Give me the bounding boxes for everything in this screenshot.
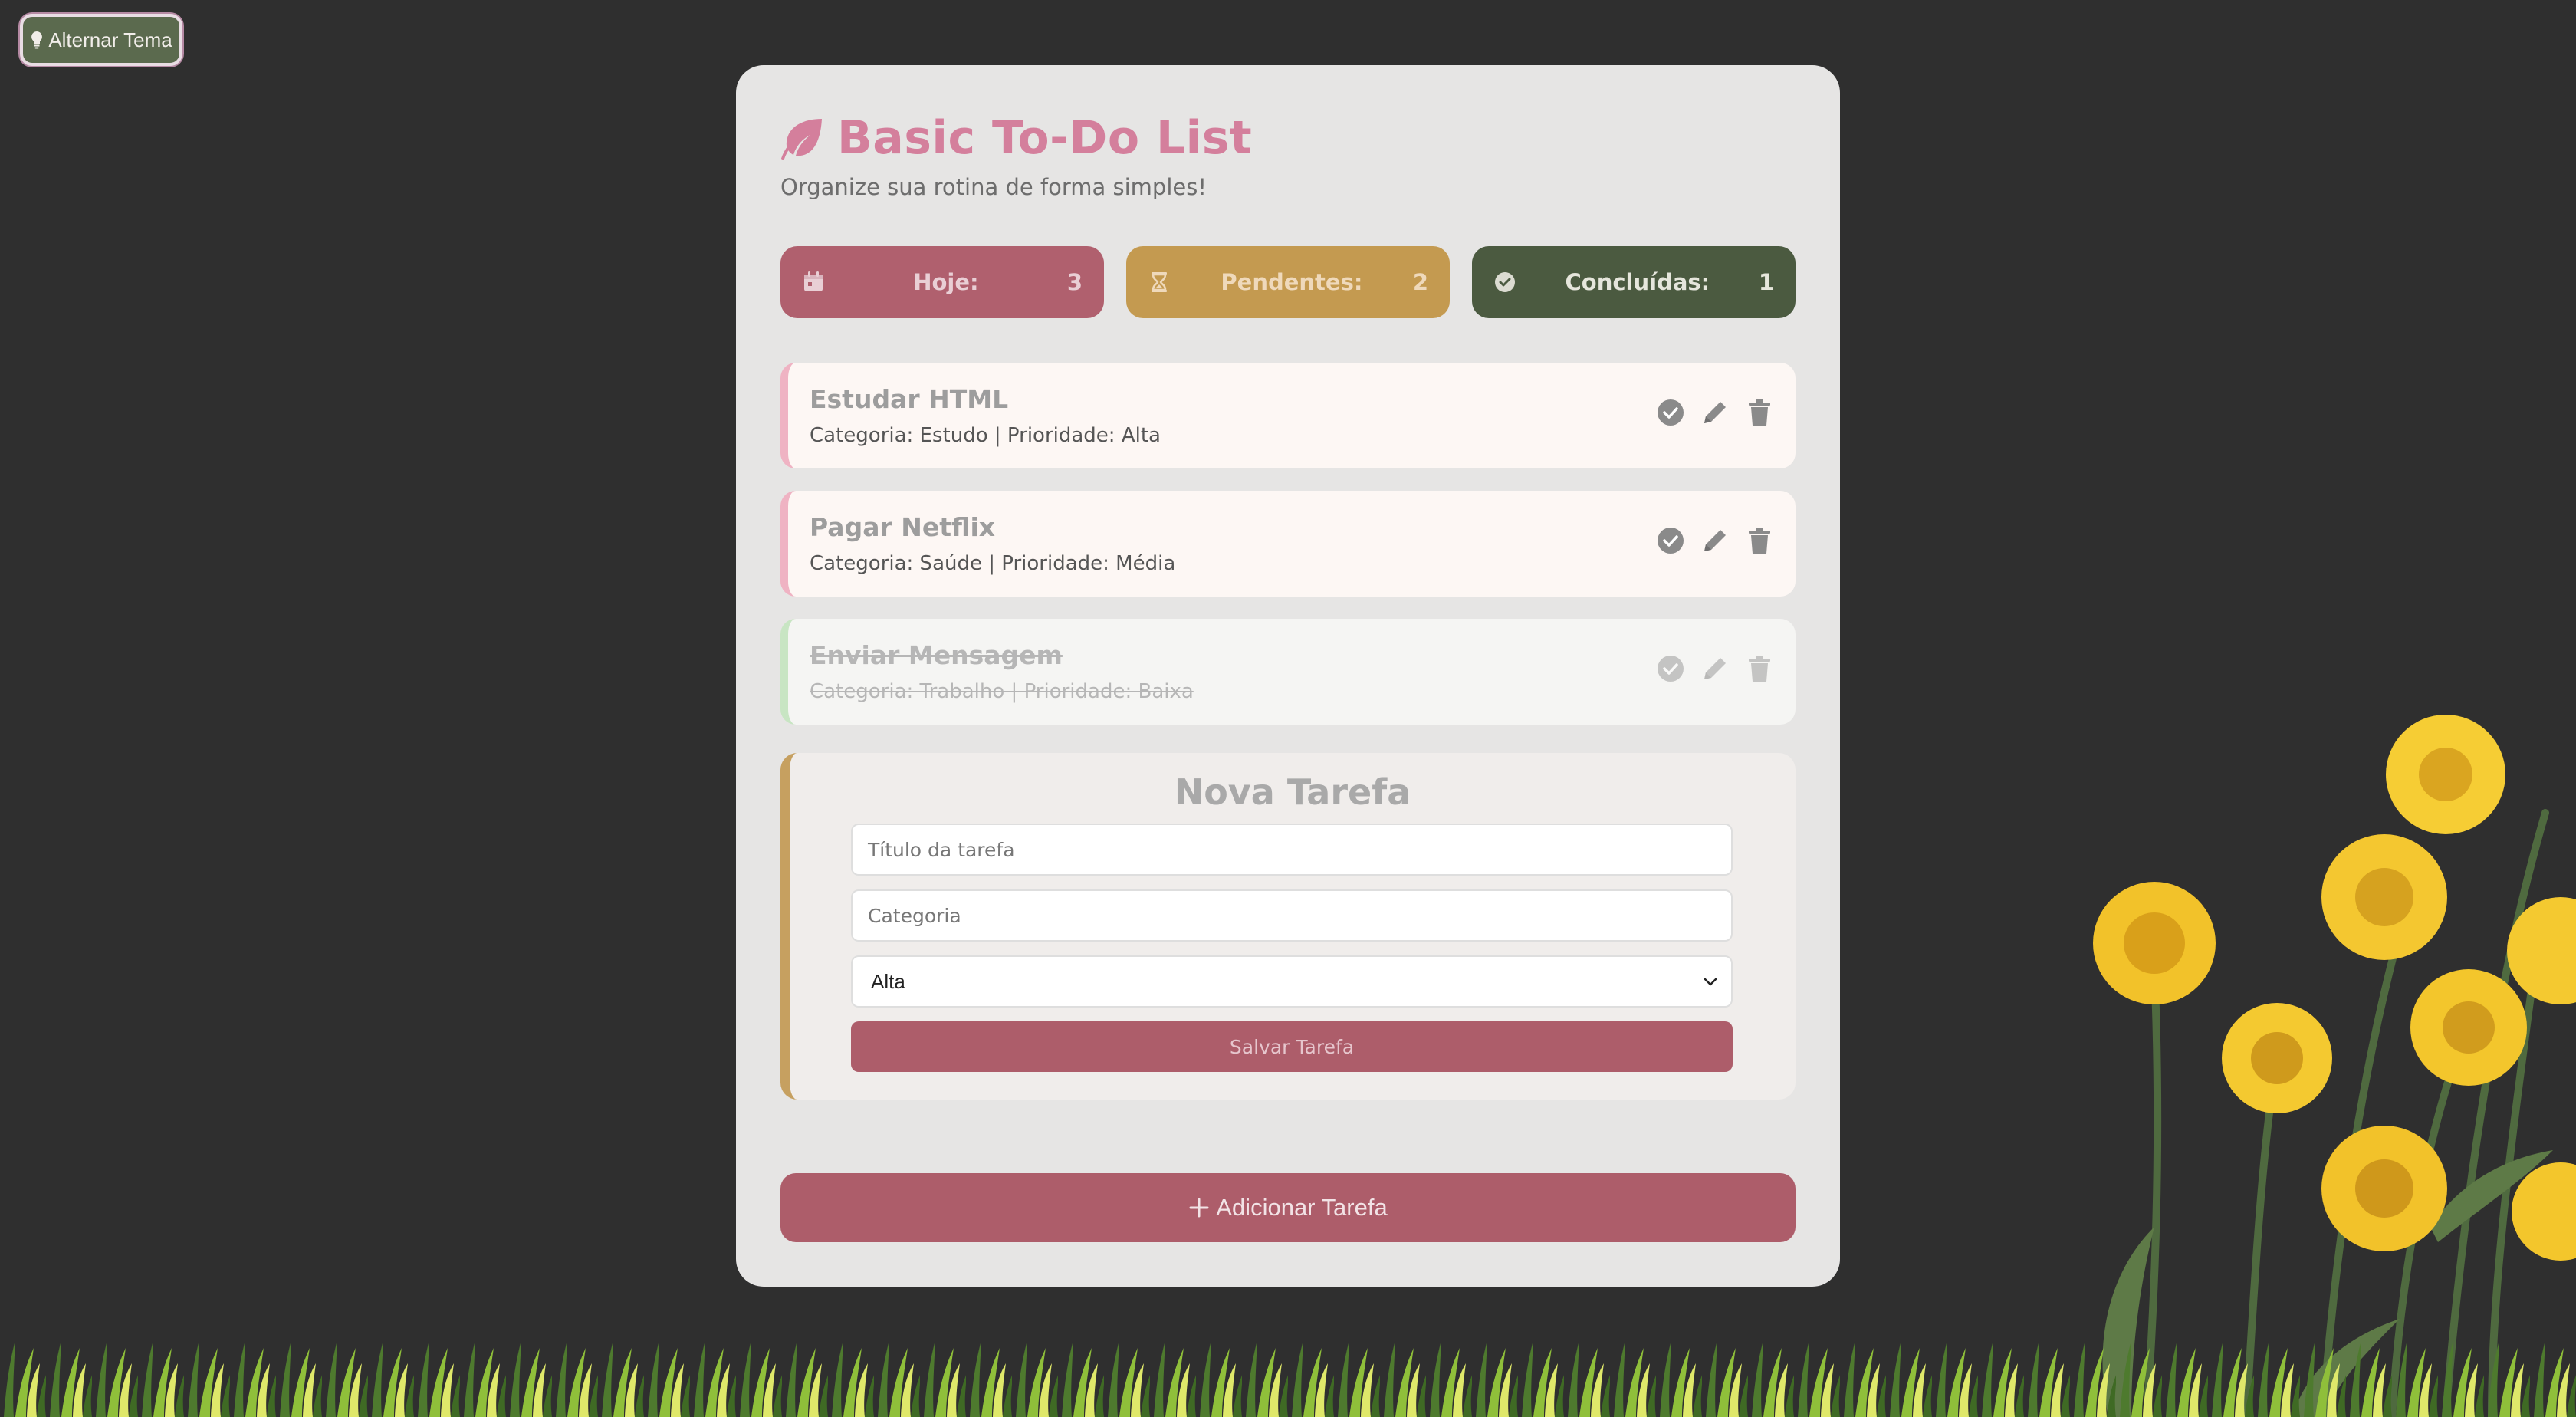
priority-select[interactable]: Alta [851,955,1733,1008]
chevron-down-icon [1704,978,1717,986]
page-subtitle: Organize sua rotina de forma simples! [780,174,1207,200]
save-task-button[interactable]: Salvar Tarefa [851,1021,1733,1072]
task-item: Estudar HTML Categoria: Estudo | Priorid… [780,363,1796,468]
lightbulb-icon [31,31,43,49]
grass-border [0,1325,2576,1417]
priority-select-value: Alta [871,969,905,993]
complete-check-icon[interactable] [1656,526,1685,555]
delete-trash-icon[interactable] [1745,398,1774,427]
stat-done: Concluídas: 1 [1472,246,1796,318]
hourglass-icon [1152,272,1167,292]
check-circle-icon [1495,272,1515,292]
edit-pencil-icon[interactable] [1700,526,1730,555]
stat-done-label: Concluídas: [1565,269,1710,295]
calendar-icon [804,271,823,291]
stat-pending-label: Pendentes: [1221,269,1363,295]
task-actions [1656,654,1774,683]
complete-check-icon[interactable] [1656,398,1685,427]
task-title: Pagar Netflix [810,512,996,542]
stat-today-label: Hoje: [913,269,979,295]
task-item-completed: Enviar Mensagem Categoria: Trabalho | Pr… [780,619,1796,725]
edit-pencil-icon[interactable] [1700,398,1730,427]
task-meta: Categoria: Estudo | Prioridade: Alta [810,424,1161,447]
task-title: Enviar Mensagem [810,640,1063,670]
plus-icon [1189,1198,1209,1218]
task-actions [1656,526,1774,555]
todo-card: Basic To-Do List Organize sua rotina de … [736,65,1840,1287]
theme-toggle-button[interactable]: Alternar Tema [20,14,182,66]
task-meta: Categoria: Trabalho | Prioridade: Baixa [810,680,1194,703]
edit-pencil-icon[interactable] [1700,654,1730,683]
flowers-illustration [2093,715,2576,1417]
task-title: Estudar HTML [810,384,1009,414]
page-title: Basic To-Do List [837,111,1253,165]
task-meta: Categoria: Saúde | Prioridade: Média [810,552,1176,575]
task-actions [1656,398,1774,427]
new-task-form: Nova Tarefa Título da tarefa Categoria A… [780,753,1796,1100]
task-title-input[interactable]: Título da tarefa [851,824,1733,876]
stat-today: Hoje: 3 [780,246,1104,318]
leaf-icon [781,119,822,160]
theme-toggle-label: Alternar Tema [48,28,172,51]
stat-pending-value: 2 [1412,269,1428,295]
header: Basic To-Do List [780,111,1252,165]
stat-done-value: 1 [1758,269,1774,295]
task-item: Pagar Netflix Categoria: Saúde | Priorid… [780,491,1796,597]
category-input[interactable]: Categoria [851,889,1733,942]
complete-check-icon[interactable] [1656,654,1685,683]
form-title: Nova Tarefa [1174,771,1411,813]
add-task-button[interactable]: Adicionar Tarefa [780,1173,1796,1242]
stat-pending: Pendentes: 2 [1126,246,1450,318]
stat-today-value: 3 [1066,269,1083,295]
delete-trash-icon[interactable] [1745,654,1774,683]
delete-trash-icon[interactable] [1745,526,1774,555]
add-task-label: Adicionar Tarefa [1216,1194,1388,1221]
